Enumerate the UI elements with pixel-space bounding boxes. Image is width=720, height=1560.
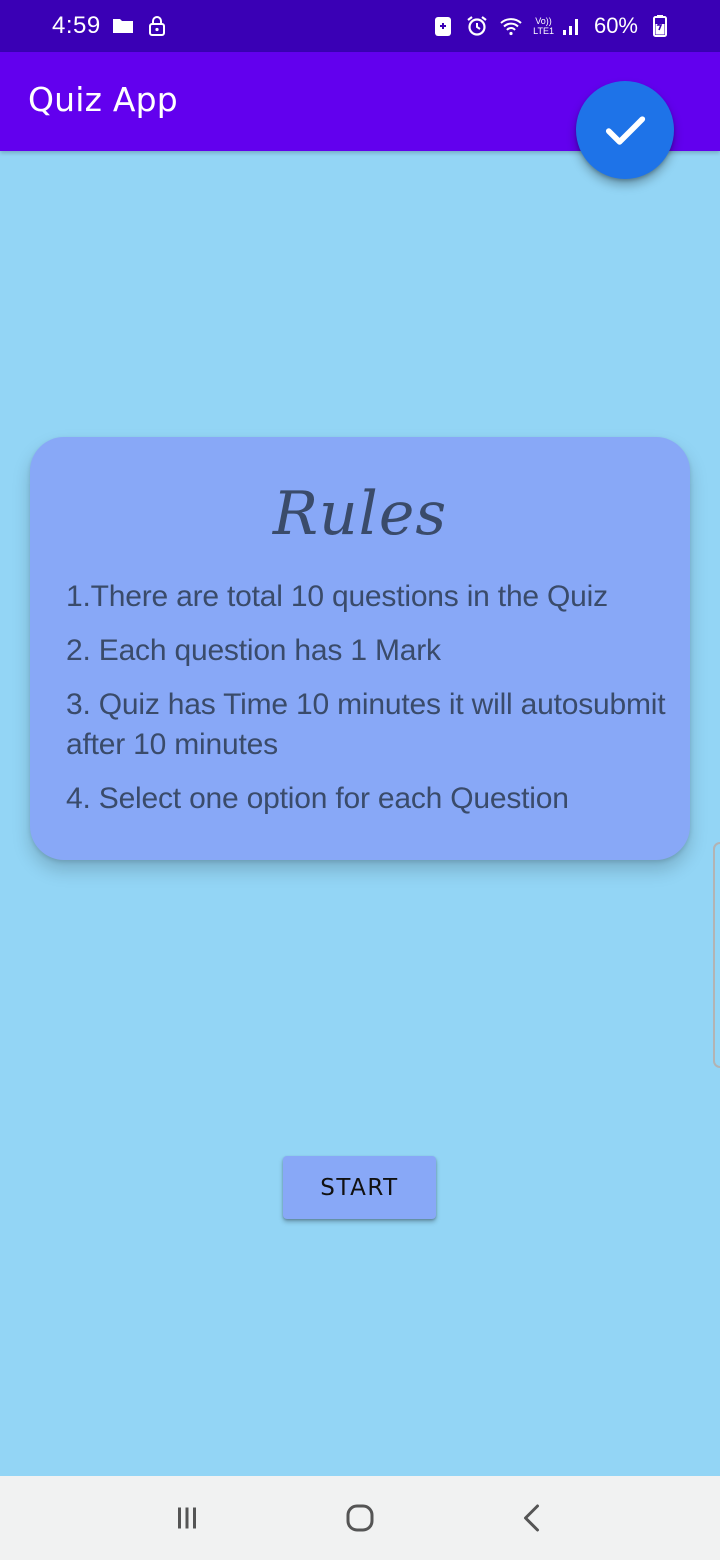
rule-item: 3. Quiz has Time 10 minutes it will auto… [66, 688, 666, 761]
app-title: Quiz App [28, 80, 178, 119]
network-indicator: Vo)) LTE1 [533, 16, 554, 36]
home-icon [342, 1500, 378, 1536]
rule-item: 2. Each question has 1 Mark [66, 634, 441, 667]
back-icon [515, 1500, 551, 1536]
wifi-icon [499, 14, 523, 38]
lock-icon [145, 14, 169, 38]
status-bar: 4:59 Vo)) LTE1 60% [0, 0, 720, 52]
back-button[interactable] [503, 1488, 563, 1548]
home-button[interactable] [330, 1488, 390, 1548]
rule-item: 1.There are total 10 questions in the Qu… [66, 580, 608, 613]
rules-list: 1.There are total 10 questions in the Qu… [66, 577, 666, 833]
status-time: 4:59 [52, 12, 101, 39]
rule-item: 4. Select one option for each Question [66, 782, 569, 815]
rules-card: Rules 1.There are total 10 questions in … [30, 437, 690, 860]
alarm-icon [465, 14, 489, 38]
rules-title: Rules [272, 479, 448, 549]
recent-apps-icon [169, 1500, 205, 1536]
battery-percent: 60% [593, 13, 638, 38]
folder-icon [111, 14, 135, 38]
battery-icon [648, 14, 672, 38]
status-right: Vo)) LTE1 60% [431, 13, 672, 39]
edge-panel-handle[interactable] [713, 842, 720, 1068]
check-icon [599, 104, 651, 156]
navigation-bar [0, 1476, 720, 1560]
recent-apps-button[interactable] [157, 1488, 217, 1548]
submit-fab[interactable] [576, 81, 674, 179]
network-top-label: Vo)) [535, 16, 552, 26]
network-bottom-label: LTE1 [533, 26, 554, 36]
battery-saver-icon [431, 14, 455, 38]
start-button[interactable]: START [283, 1156, 436, 1219]
signal-icon [560, 14, 584, 38]
status-left: 4:59 [52, 12, 169, 40]
